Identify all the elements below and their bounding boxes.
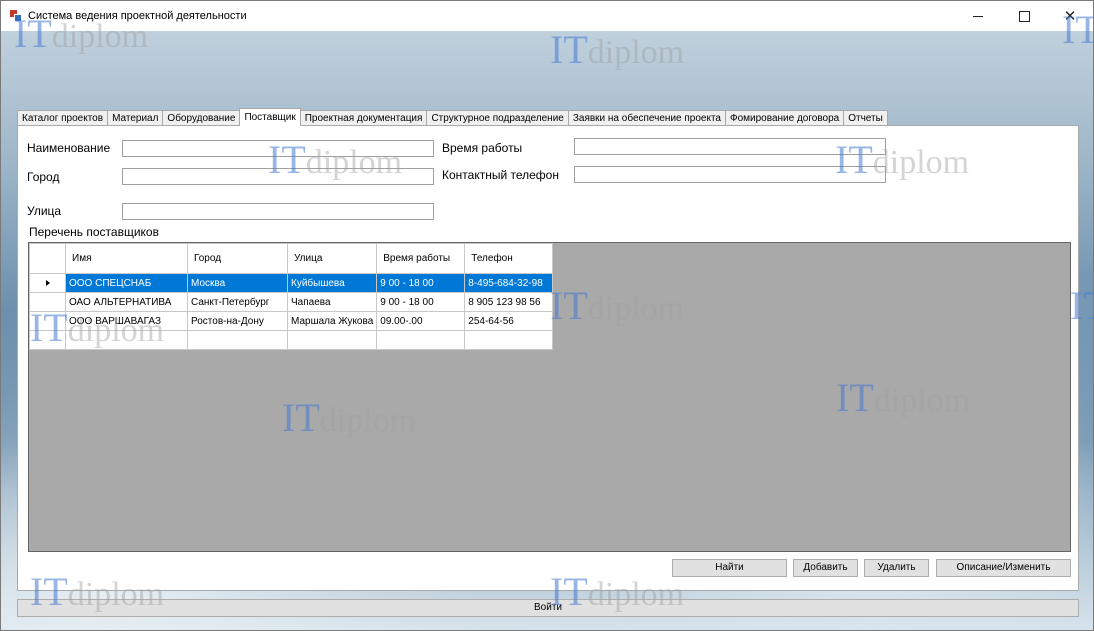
row-arrow-icon	[45, 279, 50, 286]
table-row[interactable]: ОАО АЛЬТЕРНАТИВА Санкт-Петербург Чапаева…	[29, 292, 554, 312]
tab-supplier[interactable]: Поставщик	[239, 108, 301, 126]
column-header-city[interactable]: Город	[187, 243, 288, 274]
add-button[interactable]: Добавить	[793, 559, 858, 577]
phone-field[interactable]	[574, 166, 886, 183]
column-header-street[interactable]: Улица	[286, 243, 378, 274]
name-label: Наименование	[27, 141, 111, 155]
row-header[interactable]	[29, 311, 66, 331]
cell-street[interactable]	[286, 330, 378, 350]
tab-reports[interactable]: Отчеты	[843, 110, 888, 126]
cell-name[interactable]: ООО СПЕЦСНАБ	[65, 273, 188, 293]
cell-phone[interactable]: 8 905 123 98 56	[464, 292, 554, 312]
delete-button[interactable]: Удалить	[864, 559, 929, 577]
tab-project-docs[interactable]: Проектная документация	[299, 110, 428, 126]
find-button[interactable]: Найти	[672, 559, 787, 577]
cell-phone[interactable]: 8-495-684-32-98	[464, 273, 554, 293]
row-header[interactable]	[29, 292, 66, 312]
close-icon[interactable]: ✕	[1047, 1, 1093, 31]
phone-label: Контактный телефон	[442, 168, 559, 182]
app-icon	[10, 10, 22, 22]
cell-name[interactable]: ОАО АЛЬТЕРНАТИВА	[65, 292, 188, 312]
city-label: Город	[27, 170, 60, 184]
row-header[interactable]	[29, 330, 66, 350]
cell-hours[interactable]: 9 00 - 18 00	[376, 292, 466, 312]
cell-hours[interactable]: 9 00 - 18 00	[376, 273, 466, 293]
window-controls: ✕	[955, 1, 1093, 31]
name-field[interactable]	[122, 140, 434, 157]
table-header-row: Имя Город Улица Время работы Телефон	[29, 243, 554, 274]
cell-phone[interactable]	[464, 330, 554, 350]
app-window: Система ведения проектной деятельности ✕…	[0, 0, 1094, 631]
tab-department[interactable]: Структурное подразделение	[426, 110, 569, 126]
login-button[interactable]: Войти	[17, 599, 1079, 617]
hours-label: Время работы	[442, 141, 523, 155]
cell-city[interactable]: Ростов-на-Дону	[187, 311, 288, 331]
suppliers-grid[interactable]: Имя Город Улица Время работы Телефон ООО…	[28, 242, 1071, 552]
cell-street[interactable]: Куйбышева	[286, 273, 378, 293]
maximize-icon[interactable]	[1001, 1, 1047, 31]
window-title: Система ведения проектной деятельности	[28, 10, 247, 22]
describe-edit-button[interactable]: Описание/Изменить	[936, 559, 1071, 577]
column-header-name[interactable]: Имя	[65, 243, 188, 274]
tab-contract[interactable]: Фомирование договора	[725, 110, 845, 126]
cell-name[interactable]: ООО ВАРШАВАГАЗ	[65, 311, 188, 331]
suppliers-table: Имя Город Улица Время работы Телефон ООО…	[29, 243, 554, 350]
cell-city[interactable]: Санкт-Петербург	[187, 292, 288, 312]
tab-strip: Каталог проектов Материал Оборудование П…	[17, 108, 888, 126]
table-row[interactable]: ООО СПЕЦСНАБ Москва Куйбышева 9 00 - 18 …	[29, 273, 554, 293]
tab-material[interactable]: Материал	[107, 110, 164, 126]
hours-field[interactable]	[574, 138, 886, 155]
street-field[interactable]	[122, 203, 434, 220]
supplier-panel: Наименование Город Улица Время работы Ко…	[17, 125, 1079, 591]
table-row[interactable]: ООО ВАРШАВАГАЗ Ростов-на-Дону Маршала Жу…	[29, 311, 554, 331]
cell-street[interactable]: Чапаева	[286, 292, 378, 312]
column-header-hours[interactable]: Время работы	[376, 243, 466, 274]
cell-street[interactable]: Маршала Жукова	[286, 311, 378, 331]
row-header-corner	[29, 243, 66, 274]
street-label: Улица	[27, 204, 62, 218]
tab-equipment[interactable]: Оборудование	[162, 110, 241, 126]
table-new-row[interactable]	[29, 330, 554, 350]
tab-projects-catalog[interactable]: Каталог проектов	[17, 110, 109, 126]
column-header-phone[interactable]: Телефон	[464, 243, 554, 274]
cell-city[interactable]	[187, 330, 288, 350]
cell-phone[interactable]: 254-64-56	[464, 311, 554, 331]
cell-hours[interactable]	[376, 330, 466, 350]
cell-city[interactable]: Москва	[187, 273, 288, 293]
city-field[interactable]	[122, 168, 434, 185]
minimize-icon[interactable]	[955, 1, 1001, 31]
cell-name[interactable]	[65, 330, 188, 350]
tab-requests[interactable]: Заявки на обеспечение проекта	[567, 110, 726, 126]
title-bar: Система ведения проектной деятельности ✕	[1, 1, 1093, 31]
cell-hours[interactable]: 09.00-.00	[376, 311, 466, 331]
current-row-indicator[interactable]	[29, 273, 66, 293]
suppliers-title: Перечень поставщиков	[29, 225, 159, 239]
